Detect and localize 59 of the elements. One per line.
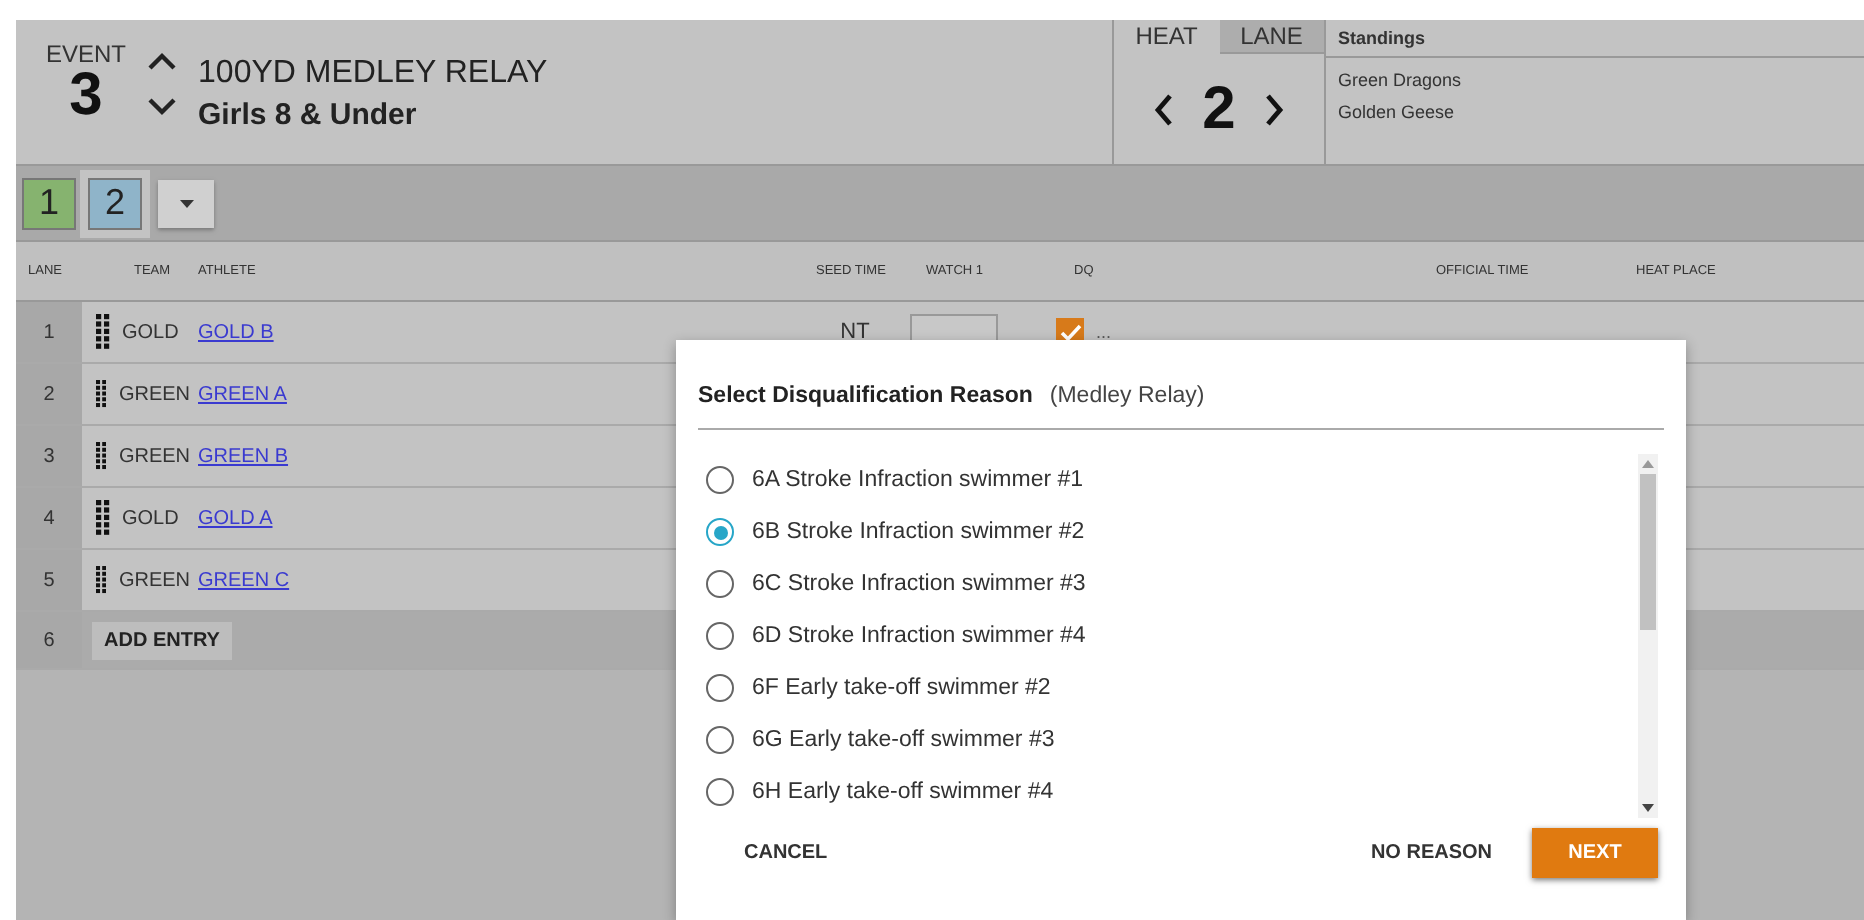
radio-button[interactable] <box>706 466 734 494</box>
reason-label[interactable]: 6D Stroke Infraction swimmer #4 <box>752 624 1086 648</box>
event-label: EVENT <box>46 40 127 68</box>
scroll-down-icon[interactable] <box>1642 804 1654 812</box>
team-name: GREEN <box>118 445 190 467</box>
scrollbar[interactable] <box>1638 454 1658 818</box>
event-group: Girls 8 & Under <box>198 98 548 132</box>
radio-button[interactable] <box>706 570 734 598</box>
reason-label[interactable]: 6C Stroke Infraction swimmer #3 <box>752 572 1086 596</box>
drag-handle-icon[interactable] <box>96 314 110 350</box>
add-entry-button[interactable]: ADD ENTRY <box>92 621 232 659</box>
team-name: GOLD <box>122 321 179 343</box>
no-reason-button[interactable]: NO REASON <box>1362 830 1500 876</box>
lane-number: 5 <box>16 550 82 610</box>
drag-handle-icon[interactable] <box>96 562 107 598</box>
radio-button[interactable] <box>706 726 734 754</box>
drag-handle-icon[interactable] <box>96 438 107 474</box>
heat-number: 2 <box>1202 75 1236 143</box>
team-name: GOLD <box>122 507 179 529</box>
drag-handle-icon[interactable] <box>96 500 110 536</box>
reason-label[interactable]: 6A Stroke Infraction swimmer #1 <box>752 468 1084 492</box>
athlete-link[interactable]: GREEN B <box>190 445 289 467</box>
right-chevron-icon[interactable] <box>1263 91 1284 127</box>
up-chevron-icon[interactable] <box>146 50 179 70</box>
reason-label[interactable]: 6G Early take-off swimmer #3 <box>752 728 1055 752</box>
caret-icon <box>179 199 193 207</box>
dropdown-button[interactable] <box>158 179 214 227</box>
standings-title: Standings <box>1326 20 1864 58</box>
lane-number: 1 <box>16 302 82 362</box>
radio-button[interactable] <box>706 518 734 546</box>
cancel-button[interactable]: CANCEL <box>736 830 836 876</box>
more-text[interactable]: ... <box>1096 322 1112 342</box>
number-tab[interactable]: 1 <box>22 177 76 229</box>
radio-button[interactable] <box>706 778 734 806</box>
team-name: GREEN <box>118 383 190 405</box>
reason-label[interactable]: 6F Early take-off swimmer #2 <box>752 676 1051 700</box>
athlete-link[interactable]: GOLD B <box>190 321 274 343</box>
standings-team: Green Dragons <box>1336 68 1464 90</box>
athlete-link[interactable]: GREEN C <box>190 569 290 591</box>
athlete-link[interactable]: GREEN A <box>190 383 287 405</box>
view-tab[interactable]: LANE <box>1219 20 1324 54</box>
reason-label[interactable]: 6B Stroke Infraction swimmer #2 <box>752 520 1085 544</box>
reason-label[interactable]: 6H Early take-off swimmer #4 <box>752 780 1054 804</box>
left-chevron-icon[interactable] <box>1154 91 1175 127</box>
radio-button[interactable] <box>706 674 734 702</box>
lane-number: 4 <box>16 488 82 548</box>
team-name: GREEN <box>118 569 190 591</box>
dialog-title: Select Disqualification Reason <box>698 384 1033 408</box>
down-chevron-icon[interactable] <box>146 98 179 118</box>
lane-number: 3 <box>16 426 82 486</box>
dialog-subtitle: (Medley Relay) <box>1049 384 1205 408</box>
seed-time: NT <box>840 320 870 344</box>
drag-handle-icon[interactable] <box>96 376 107 412</box>
lane-number: 2 <box>16 364 82 424</box>
standings-team: Golden Geese <box>1336 100 1457 122</box>
athlete-link[interactable]: GOLD A <box>190 507 273 529</box>
radio-button[interactable] <box>706 622 734 650</box>
event-name: 100YD MEDLEY RELAY <box>198 56 548 92</box>
event-number: 3 <box>69 68 103 124</box>
